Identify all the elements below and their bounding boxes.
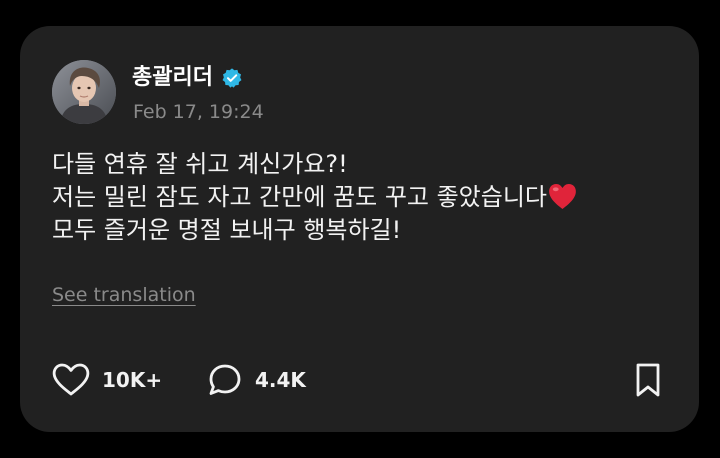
- avatar-image: [52, 60, 116, 124]
- author-name[interactable]: 총괄리더: [132, 64, 213, 92]
- post-card[interactable]: 총괄리더 Feb 17, 19:24 다들 연휴 잘 쉬고 계신가요?! 저는 …: [20, 26, 699, 432]
- like-button[interactable]: 10K+: [52, 363, 162, 397]
- verified-badge-icon: [222, 68, 242, 88]
- red-heart-icon: [549, 183, 576, 210]
- reply-count: 4.4K: [255, 368, 306, 392]
- like-count: 10K+: [102, 368, 163, 392]
- post-text: 다들 연휴 잘 쉬고 계신가요?! 저는 밀린 잠도 자고 간만에 꿈도 꾸고 …: [52, 148, 692, 247]
- post-line-2: 저는 밀린 잠도 자고 간만에 꿈도 꾸고 좋았습니다: [52, 181, 692, 214]
- post-line-3: 모두 즐거운 명절 보내구 행복하길!: [52, 216, 402, 244]
- reply-bubble-icon: [209, 364, 241, 395]
- bookmark-icon[interactable]: [631, 362, 665, 398]
- see-translation-link[interactable]: See translation: [52, 283, 196, 307]
- post-line-1: 다들 연휴 잘 쉬고 계신가요?!: [52, 150, 348, 178]
- post-timestamp: Feb 17, 19:24: [133, 101, 264, 123]
- author-row: 총괄리더: [132, 64, 243, 92]
- reply-button[interactable]: 4.4K: [207, 363, 306, 397]
- heart-outline-icon: [52, 363, 90, 396]
- post-line-2-text: 저는 밀린 잠도 자고 간만에 꿈도 꾸고 좋았습니다: [52, 183, 548, 211]
- avatar[interactable]: [52, 60, 116, 124]
